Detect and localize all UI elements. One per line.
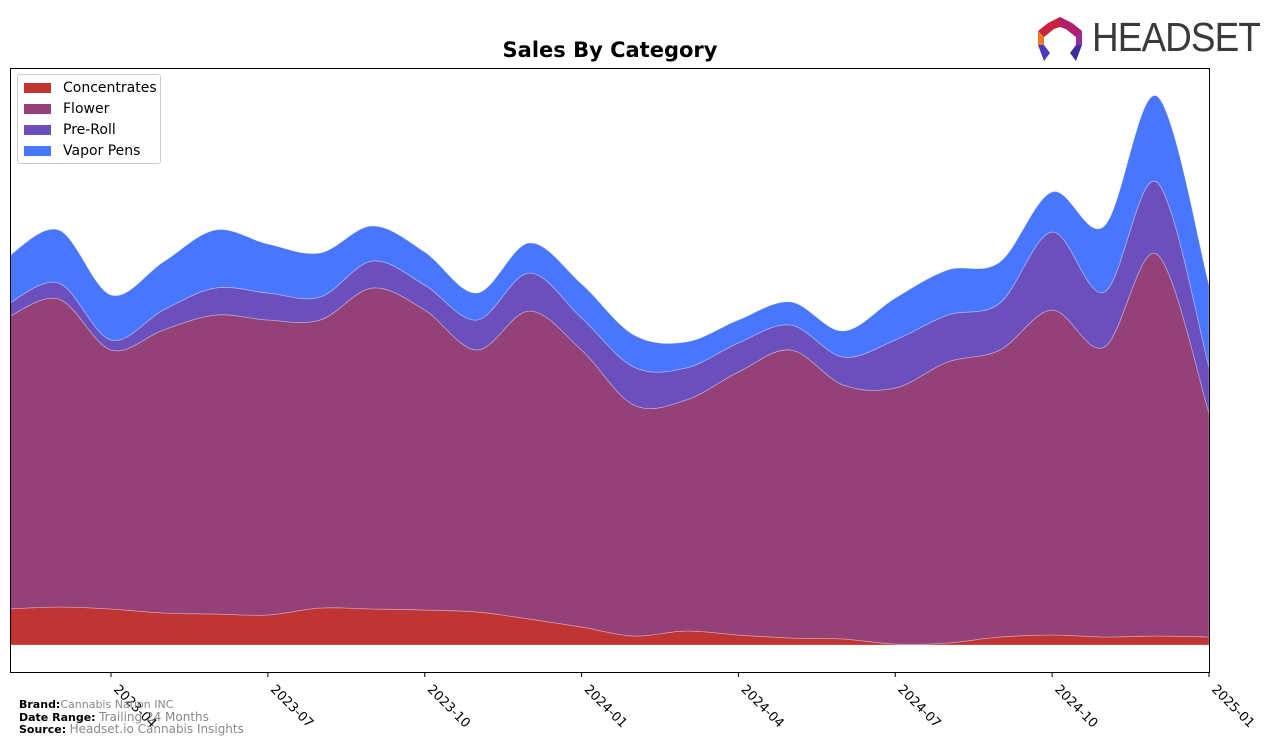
- legend-label: Concentrates: [63, 80, 157, 96]
- x-tick-label: 2023-10: [424, 682, 473, 731]
- legend-label: Flower: [63, 101, 110, 117]
- x-tick-label: 2024-04: [738, 682, 787, 731]
- logo-text: HEADSET: [1092, 14, 1261, 60]
- source-value: Headset.io Cannabis Insights: [69, 722, 244, 736]
- legend-swatch: [24, 146, 51, 156]
- area-layers: [10, 95, 1209, 646]
- source-line: Source: Headset.io Cannabis Insights: [19, 723, 244, 736]
- stacked-area-chart: 2023-04 2023-07 2023-10 2024-01 2024-04 2024-…: [10, 68, 1257, 731]
- legend: Concentrates Flower Pre-Roll Vapor Pens: [17, 74, 161, 164]
- source-label: Source:: [19, 723, 67, 736]
- legend-swatch: [24, 125, 51, 135]
- legend-item-concentrates: Concentrates: [24, 79, 157, 97]
- x-tick-label: 2024-01: [581, 682, 630, 731]
- x-tick-label: 2024-10: [1051, 682, 1100, 731]
- x-tick-label: 2025-01: [1208, 682, 1257, 731]
- legend-label: Vapor Pens: [63, 143, 141, 159]
- legend-label: Pre-Roll: [63, 122, 116, 138]
- x-tick-label: 2024-07: [894, 682, 943, 731]
- headset-logo-icon: [1038, 16, 1082, 61]
- headset-logo: HEADSET: [1036, 14, 1276, 61]
- brand-label: Brand:: [19, 698, 61, 711]
- x-tick-label: 2023-07: [267, 682, 316, 731]
- legend-swatch: [24, 83, 51, 93]
- x-axis: 2023-04 2023-07 2023-10 2024-01 2024-04 2024-…: [110, 673, 1257, 731]
- legend-swatch: [24, 104, 51, 114]
- legend-item-pre-roll: Pre-Roll: [24, 121, 116, 139]
- legend-item-flower: Flower: [24, 100, 109, 118]
- legend-item-vapor-pens: Vapor Pens: [24, 142, 140, 160]
